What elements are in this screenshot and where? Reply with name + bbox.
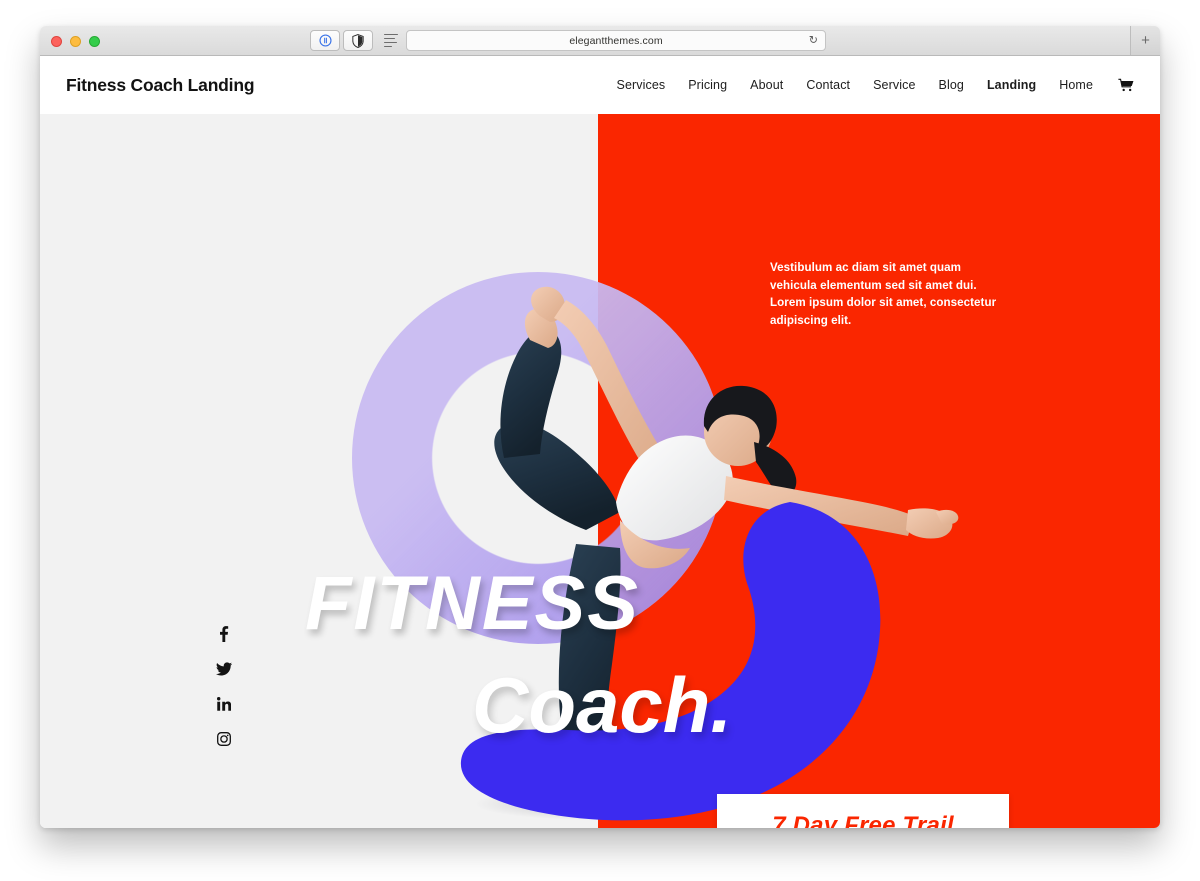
twitter-icon[interactable] xyxy=(216,661,232,677)
hero-paragraph: Vestibulum ac diam sit amet quam vehicul… xyxy=(770,261,997,327)
free-trial-button[interactable]: 7 Day Free Trail xyxy=(717,794,1009,828)
linkedin-icon[interactable] xyxy=(216,696,232,712)
social-links xyxy=(216,626,232,747)
minimize-button[interactable] xyxy=(70,36,81,47)
zoom-button[interactable] xyxy=(89,36,100,47)
browser-toolbar: elegantthemes.com ↻ + xyxy=(40,26,1160,56)
address-bar[interactable]: elegantthemes.com ↻ xyxy=(406,30,826,51)
nav-item-home[interactable]: Home xyxy=(1059,78,1093,92)
nav-item-blog[interactable]: Blog xyxy=(939,78,964,92)
reader-view-icon[interactable] xyxy=(376,30,406,51)
hero-section: FITNESS Coach. Vestibulum ac diam sit am… xyxy=(40,114,1160,828)
facebook-icon[interactable] xyxy=(216,626,232,642)
shield-contrast-icon[interactable] xyxy=(343,30,373,51)
blue-blob-decoration xyxy=(460,502,881,821)
url-text: elegantthemes.com xyxy=(569,34,663,47)
reader-lines xyxy=(384,33,398,48)
nav-item-service[interactable]: Service xyxy=(873,78,915,92)
main-navigation: Services Pricing About Contact Service B… xyxy=(617,78,1134,93)
nav-item-pricing[interactable]: Pricing xyxy=(688,78,727,92)
site-header: Fitness Coach Landing Services Pricing A… xyxy=(40,56,1160,114)
instagram-icon[interactable] xyxy=(216,731,232,747)
browser-window: elegantthemes.com ↻ + Fitness Coach Land… xyxy=(40,26,1160,828)
nav-item-landing[interactable]: Landing xyxy=(987,78,1036,92)
nav-item-services[interactable]: Services xyxy=(617,78,666,92)
free-trial-button-label: 7 Day Free Trail xyxy=(772,811,954,829)
shopping-cart-icon[interactable] xyxy=(1118,78,1134,93)
reload-icon[interactable]: ↻ xyxy=(809,35,818,46)
nav-item-contact[interactable]: Contact xyxy=(806,78,850,92)
window-controls xyxy=(51,36,100,47)
new-tab-button[interactable]: + xyxy=(1130,26,1160,55)
privacy-badge-icon[interactable] xyxy=(310,30,340,51)
nav-item-about[interactable]: About xyxy=(750,78,783,92)
close-button[interactable] xyxy=(51,36,62,47)
page-title: Fitness Coach Landing xyxy=(66,74,255,95)
